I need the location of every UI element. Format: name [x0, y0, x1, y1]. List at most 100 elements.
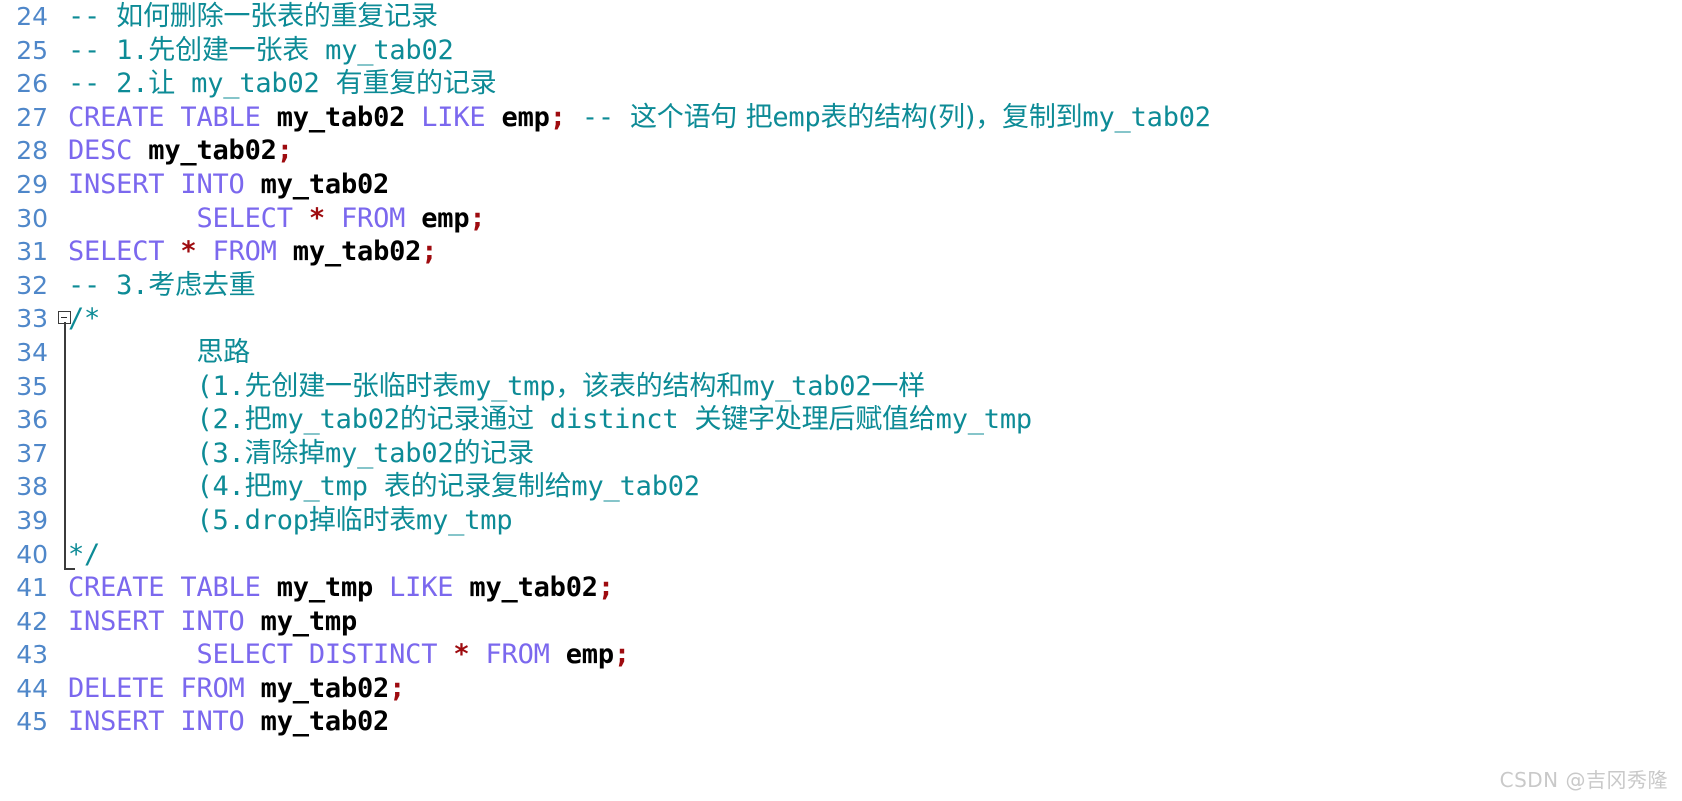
code-line-text: (5.drop掉临时表my_tmp: [68, 504, 512, 538]
code-token: *: [180, 236, 213, 268]
code-line[interactable]: 32 -- 3.考虑去重: [0, 269, 1682, 303]
code-token: 一样: [871, 370, 926, 402]
code-line[interactable]: 31 SELECT * FROM my_tab02;: [0, 235, 1682, 269]
code-line-text: (3.清除掉my_tab02的记录: [68, 437, 534, 471]
code-line[interactable]: 41 CREATE TABLE my_tmp LIKE my_tab02;: [0, 571, 1682, 605]
code-line-text: -- 1.先创建一张表 my_tab02: [68, 34, 454, 68]
code-token: ;: [613, 639, 630, 671]
line-number: 45: [16, 707, 48, 737]
code-line[interactable]: 29 INSERT INTO my_tab02: [0, 168, 1682, 202]
code-line-text: SELECT * FROM my_tab02;: [68, 235, 438, 269]
code-line[interactable]: 36 (2.把my_tab02的记录通过 distinct 关键字处理后赋值给m…: [0, 403, 1682, 437]
code-token: *: [453, 639, 486, 671]
code-token: 让: [148, 68, 176, 100]
code-line[interactable]: 45 INSERT INTO my_tab02: [0, 705, 1682, 739]
line-number: 28: [16, 136, 48, 166]
code-token: ;: [597, 572, 614, 604]
line-number: 30: [16, 203, 48, 233]
line-number: 42: [16, 606, 48, 636]
code-token: my_tab02: [742, 370, 872, 402]
code-token: /*: [68, 303, 101, 335]
code-line-text: 思路: [68, 336, 250, 370]
line-number: 36: [16, 405, 48, 435]
code-token: */: [68, 538, 101, 570]
line-number: 37: [16, 438, 48, 468]
code-token: ;: [276, 135, 293, 167]
code-line[interactable]: 34 思路: [0, 336, 1682, 370]
code-token: my_tmp: [459, 370, 556, 402]
code-line[interactable]: 24 -- 如何删除一张表的重复记录: [0, 0, 1682, 34]
code-line[interactable]: 38 (4.把my_tmp 表的记录复制给my_tab02: [0, 470, 1682, 504]
code-token: DESC: [68, 135, 149, 167]
line-number: 24: [16, 2, 48, 31]
line-number: 38: [16, 472, 48, 502]
code-token: my_tab02: [276, 101, 422, 133]
code-line[interactable]: 35 (1.先创建一张临时表my_tmp，该表的结构和my_tab02一样: [0, 370, 1682, 404]
code-token: my_tab02: [260, 672, 390, 704]
code-token: my_tab02: [571, 471, 700, 503]
code-line[interactable]: 33 /*: [0, 302, 1682, 336]
code-token: SELECT DISTINCT: [68, 639, 454, 671]
code-token: my_tmp: [416, 504, 513, 536]
code-line[interactable]: 40 */: [0, 538, 1682, 572]
code-line[interactable]: 44 DELETE FROM my_tab02;: [0, 672, 1682, 706]
code-token: my_tmp: [935, 404, 1033, 436]
code-token: (3.: [68, 437, 245, 469]
code-token: ;: [469, 202, 486, 234]
code-line-text: -- 3.考虑去重: [68, 269, 256, 303]
code-token: my_tmp: [260, 605, 358, 637]
code-token: 这个语句 把: [629, 101, 773, 133]
code-line[interactable]: 27 CREATE TABLE my_tab02 LIKE emp; -- 这个语…: [0, 101, 1682, 135]
code-lines-container[interactable]: 24 -- 如何删除一张表的重复记录 25 -- 1.先创建一张表 my_tab02 2…: [0, 0, 1682, 801]
line-number: 40: [16, 539, 48, 569]
code-token: 的记录: [453, 437, 534, 469]
code-line[interactable]: 28 DESC my_tab02;: [0, 134, 1682, 168]
code-token: INSERT INTO: [68, 605, 261, 637]
code-line-text: (2.把my_tab02的记录通过 distinct 关键字处理后赋值给my_t…: [68, 403, 1032, 437]
line-number: 29: [16, 169, 48, 199]
code-line[interactable]: 42 INSERT INTO my_tmp: [0, 605, 1682, 639]
code-token: 先创建一张临时表: [244, 370, 460, 402]
code-line[interactable]: 25 -- 1.先创建一张表 my_tab02: [0, 34, 1682, 68]
csdn-watermark: CSDN @吉冈秀隆: [1499, 768, 1668, 792]
code-line[interactable]: 26 -- 2.让 my_tab02 有重复的记录: [0, 67, 1682, 101]
code-token: emp: [501, 101, 550, 133]
code-line-text: SELECT DISTINCT * FROM emp;: [68, 638, 630, 672]
code-token: distinct: [533, 404, 695, 436]
line-number: 26: [16, 69, 48, 99]
code-line[interactable]: 30 SELECT * FROM emp;: [0, 202, 1682, 236]
code-line-text: /*: [68, 302, 100, 336]
code-token: CREATE TABLE: [68, 572, 277, 604]
code-token: my_tab02: [148, 135, 277, 167]
code-line-text: -- 2.让 my_tab02 有重复的记录: [68, 67, 497, 101]
code-line[interactable]: 39 (5.drop掉临时表my_tmp: [0, 504, 1682, 538]
code-token: 的记录通过: [399, 404, 534, 436]
code-line-text: CREATE TABLE my_tab02 LIKE emp; -- 这个语句 …: [68, 101, 1211, 135]
code-line[interactable]: 43 SELECT DISTINCT * FROM emp;: [0, 638, 1682, 672]
code-token: INSERT INTO: [68, 168, 261, 200]
code-token: my_tab02: [271, 404, 400, 436]
code-token: SELECT: [68, 202, 309, 234]
fold-region-line: [64, 322, 66, 570]
code-token: ;: [549, 101, 582, 133]
code-token: emp: [565, 639, 614, 671]
code-token: 把: [244, 404, 272, 436]
code-line[interactable]: 37 (3.清除掉my_tab02的记录: [0, 437, 1682, 471]
code-token: my_tab02: [325, 437, 454, 469]
code-token: 有重复的记录: [335, 68, 497, 100]
code-token: FROM: [485, 639, 566, 671]
code-token: ，该表的结构和: [555, 370, 743, 402]
code-token: DELETE FROM: [68, 672, 261, 704]
line-number: 25: [16, 35, 48, 65]
code-editor[interactable]: 24 -- 如何删除一张表的重复记录 25 -- 1.先创建一张表 my_tab02 2…: [0, 0, 1682, 801]
code-token: 表的结构(列)，复制到: [820, 101, 1083, 133]
code-line-text: SELECT * FROM emp;: [68, 202, 485, 236]
line-number: 32: [16, 270, 48, 300]
code-token: ;: [389, 672, 406, 704]
code-line-text: INSERT INTO my_tmp: [68, 605, 357, 639]
code-token: LIKE: [389, 572, 470, 604]
code-token: my_tab02: [292, 236, 422, 268]
code-token: 清除掉: [244, 437, 326, 469]
line-number: 34: [16, 337, 48, 367]
code-token: -- 2.: [68, 68, 149, 100]
